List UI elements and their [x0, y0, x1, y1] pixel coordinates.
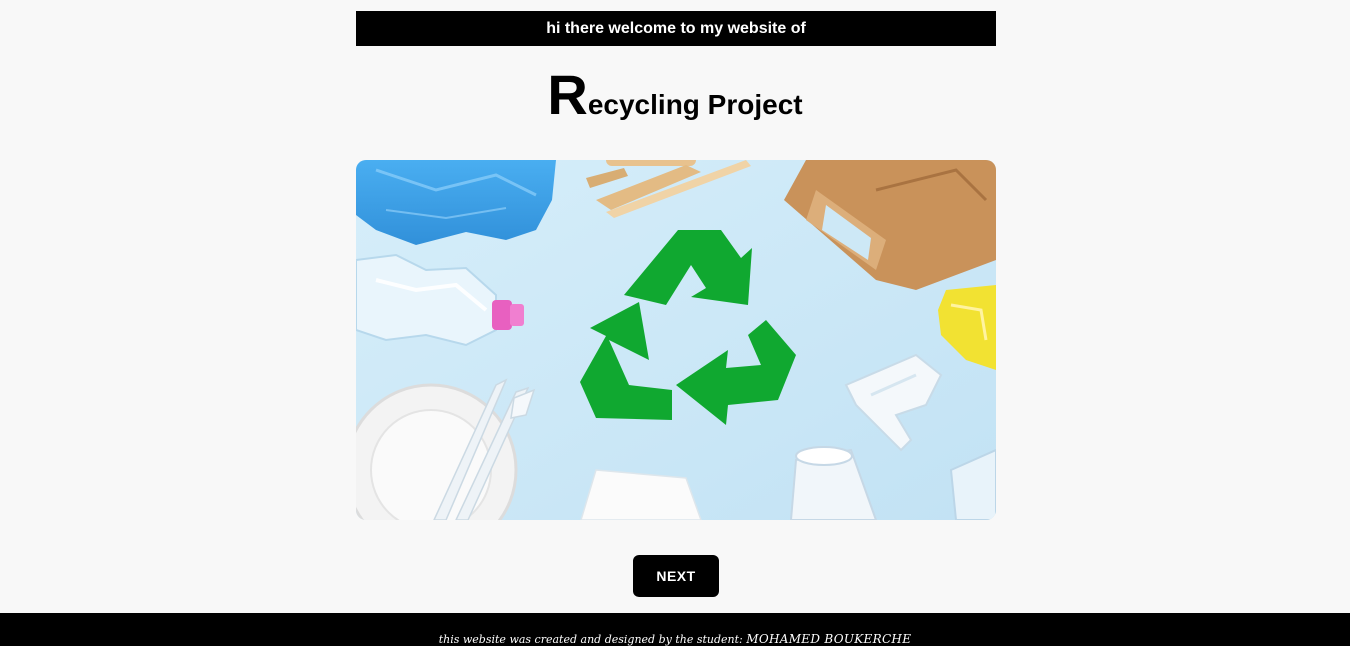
welcome-banner-text: hi there welcome to my website of — [546, 20, 806, 37]
page-title: Recycling Project — [0, 62, 1350, 138]
plastic-bag-illustration — [356, 160, 556, 245]
welcome-banner: hi there welcome to my website of — [356, 11, 996, 46]
page-title-initial: R — [547, 63, 588, 126]
footer: this website was created and designed by… — [0, 613, 1350, 646]
footer-author: MOHAMED BOUKERCHE — [746, 632, 912, 646]
page-title-rest: ecycling Project — [587, 89, 803, 120]
napkin-illustration — [580, 469, 702, 520]
hero-image — [356, 160, 996, 520]
next-button[interactable]: NEXT — [633, 555, 719, 597]
footer-credit-text: this website was created and designed by… — [438, 633, 747, 646]
